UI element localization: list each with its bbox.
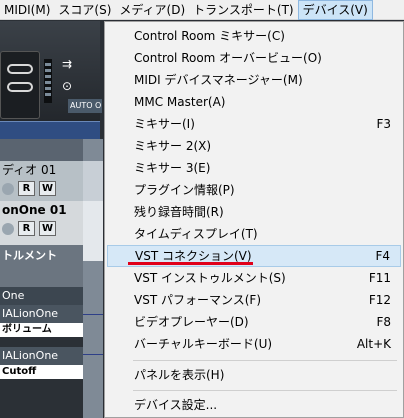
- parameter-tag[interactable]: ボリューム: [0, 323, 83, 337]
- track-row[interactable]: ディオ 01 R W: [0, 161, 83, 201]
- toggle-icon: [7, 64, 33, 74]
- menu-item-label: Control Room オーバービュー(O): [134, 51, 322, 65]
- menu-item-label: タイムディスプレイ(T): [134, 227, 258, 241]
- menu-transport[interactable]: トランスポート(T): [189, 0, 297, 20]
- menu-item-mixer-3[interactable]: ミキサー 3(E): [107, 157, 401, 179]
- instrument-label: One: [2, 289, 25, 302]
- menu-item-time-display[interactable]: タイムディスプレイ(T): [107, 223, 401, 245]
- menu-item-label: VST パフォーマンス(F): [134, 293, 261, 307]
- menu-item-shortcut: Alt+K: [356, 337, 391, 351]
- menu-item-label: バーチャルキーボード(U): [134, 337, 273, 351]
- menu-separator: [133, 390, 397, 391]
- toolbar-strip: [0, 139, 83, 161]
- transport-panel: ⇉ ⊙ AUTO O: [0, 21, 102, 121]
- menu-item-device-setup[interactable]: デバイス設定...: [107, 394, 401, 416]
- menu-item-virtual-keyboard[interactable]: バーチャルキーボード(U) Alt+K: [107, 333, 401, 355]
- menu-item-label: ビデオプレーヤー(D): [134, 315, 249, 329]
- arrange-area[interactable]: [83, 139, 103, 418]
- write-button[interactable]: W: [39, 181, 56, 196]
- instrument-label: IALionOne: [2, 349, 59, 362]
- menu-item-shortcut: F3: [376, 117, 391, 131]
- menu-item-shortcut: F12: [368, 293, 391, 307]
- menu-item-shortcut: F11: [368, 271, 391, 285]
- menu-separator: [133, 360, 397, 361]
- vst-connections-annotation: [128, 262, 253, 265]
- menu-item-label: Control Room ミキサー(C): [134, 29, 285, 43]
- menu-score[interactable]: スコア(S): [54, 0, 115, 20]
- menu-item-label: MMC Master(A): [134, 95, 226, 109]
- read-button[interactable]: R: [18, 181, 35, 196]
- instrument-row[interactable]: IALionOne: [0, 347, 83, 365]
- menu-item-label: ミキサー 2(X): [134, 139, 212, 153]
- menu-item-label: VST インストゥルメント(S): [134, 271, 286, 285]
- write-button[interactable]: W: [39, 221, 56, 236]
- menu-item-mixer[interactable]: ミキサー(I) F3: [107, 113, 401, 135]
- level-meter: [44, 59, 52, 103]
- menu-item-remaining-record-time[interactable]: 残り録音時間(R): [107, 201, 401, 223]
- menu-item-plugin-info[interactable]: プラグイン情報(P): [107, 179, 401, 201]
- menu-item-label: ミキサー(I): [134, 117, 195, 131]
- auto-button[interactable]: AUTO O: [68, 99, 102, 113]
- record-icon[interactable]: [2, 223, 14, 235]
- menu-midi[interactable]: MIDI(M): [0, 0, 54, 20]
- menu-media[interactable]: メディア(D): [115, 0, 189, 20]
- menu-item-label: 残り録音時間(R): [134, 205, 224, 219]
- menu-item-mmc-master[interactable]: MMC Master(A): [107, 91, 401, 113]
- menu-item-video-player[interactable]: ビデオプレーヤー(D) F8: [107, 311, 401, 333]
- marker-icon[interactable]: ⇉: [62, 57, 72, 71]
- track-row[interactable]: onOne 01 R W: [0, 201, 83, 245]
- track-name: onOne 01: [2, 203, 67, 217]
- menu-item-control-room-overview[interactable]: Control Room オーバービュー(O): [107, 47, 401, 69]
- menu-devices[interactable]: デバイス(V): [297, 0, 373, 20]
- menu-item-label: パネルを表示(H): [134, 368, 225, 382]
- menu-item-show-panel[interactable]: パネルを表示(H): [107, 364, 401, 386]
- instrument-label: IALionOne: [2, 307, 59, 320]
- track-name: ディオ 01: [2, 163, 57, 177]
- menu-item-mixer-2[interactable]: ミキサー 2(X): [107, 135, 401, 157]
- instrument-header-label: トルメント: [2, 249, 57, 262]
- menu-item-label: プラグイン情報(P): [134, 183, 235, 197]
- instrument-row[interactable]: One: [0, 287, 83, 305]
- menu-item-control-room-mixer[interactable]: Control Room ミキサー(C): [107, 25, 401, 47]
- menu-item-shortcut: F4: [375, 249, 390, 263]
- menu-item-vst-performance[interactable]: VST パフォーマンス(F) F12: [107, 289, 401, 311]
- devices-dropdown-menu: Control Room ミキサー(C) Control Room オーバービュ…: [104, 21, 404, 418]
- menu-item-label: MIDI デバイスマネージャー(M): [134, 73, 303, 87]
- transport-toggle-box[interactable]: [0, 51, 40, 119]
- menu-item-midi-device-manager[interactable]: MIDI デバイスマネージャー(M): [107, 69, 401, 91]
- track-header-strip: [0, 121, 100, 139]
- menu-item-label: デバイス設定...: [134, 398, 218, 412]
- parameter-tag[interactable]: Cutoff: [0, 365, 83, 379]
- record-icon[interactable]: [2, 183, 14, 195]
- menu-item-vst-instruments[interactable]: VST インストゥルメント(S) F11: [107, 267, 401, 289]
- toggle-icon: [7, 82, 33, 92]
- menu-item-label: ミキサー 3(E): [134, 161, 211, 175]
- instrument-row[interactable]: IALionOne: [0, 305, 83, 323]
- instrument-header[interactable]: トルメント: [0, 245, 83, 287]
- menu-item-shortcut: F8: [376, 315, 391, 329]
- lock-icon[interactable]: ⊙: [62, 79, 72, 93]
- read-button[interactable]: R: [18, 221, 35, 236]
- menu-bar: MIDI(M) スコア(S) メディア(D) トランスポート(T) デバイス(V…: [0, 0, 404, 20]
